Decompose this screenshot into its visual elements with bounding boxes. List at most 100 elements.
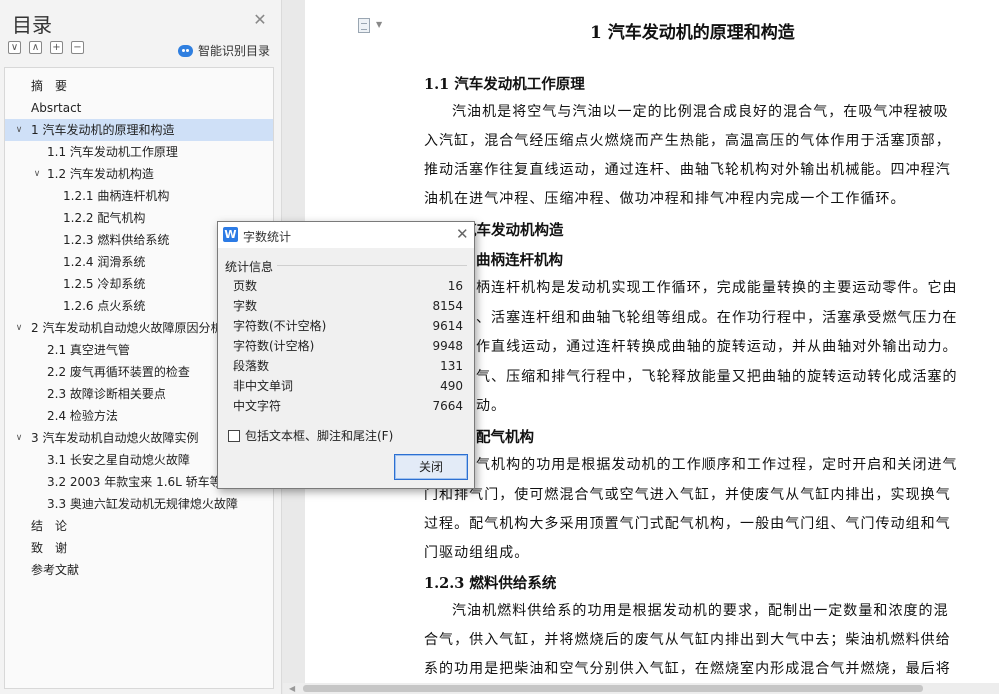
- statistic-label: 字符数(计空格): [233, 339, 315, 353]
- section-heading-1-2-1: 曲柄连杆机构: [476, 252, 563, 269]
- toc-item[interactable]: 3.3 奥迪六缸发动机无规律熄火故障: [5, 493, 273, 515]
- word-count-dialog: W 字数统计 ✕ 统计信息 页数 16 字数 8154 字符数(不计空格) 9614 字符数…: [217, 221, 475, 489]
- statistics-group-label: 统计信息: [225, 260, 274, 274]
- statistic-row: 段落数 131: [233, 356, 463, 376]
- document-icon[interactable]: [358, 18, 370, 33]
- collapse-all-icon[interactable]: ∧: [29, 41, 42, 54]
- statistic-row: 字数 8154: [233, 296, 463, 316]
- statistic-value: 9614: [432, 319, 463, 333]
- group-divider: [277, 265, 467, 266]
- toc-item-label: 2.1 真空进气管: [47, 343, 130, 357]
- dialog-titlebar[interactable]: W 字数统计 ✕: [218, 222, 474, 248]
- remove-heading-icon[interactable]: −: [71, 41, 84, 54]
- paragraph-line: 系的功用是把柴油和空气分别供入气缸，在燃烧室内形成混合气并燃烧，最后将: [424, 661, 951, 677]
- chevron-down-icon[interactable]: ▼: [376, 20, 382, 29]
- toc-item[interactable]: ∨ 1.2 汽车发动机构造: [5, 163, 273, 185]
- smart-toc-button[interactable]: 智能识别目录: [178, 42, 270, 59]
- smart-toc-label: 智能识别目录: [198, 44, 271, 58]
- toc-item-label: 3.2 2003 年款宝来 1.6L 轿车等级: [47, 475, 234, 489]
- paragraph-line: 合气，供入气缸，并将燃烧后的废气从气缸内排出到大气中去；柴油机燃料供给: [424, 632, 951, 648]
- paragraph-line: 汽油机是将空气与汽油以一定的比例混合成良好的混合气，在吸气冲程被吸: [452, 104, 949, 120]
- toc-item-label: 3.3 奥迪六缸发动机无规律熄火故障: [47, 497, 238, 511]
- include-textboxes-option[interactable]: 包括文本框、脚注和尾注(F): [228, 427, 393, 444]
- statistics-list: 页数 16 字数 8154 字符数(不计空格) 9614 字符数(计空格) 9948 段落数 13…: [233, 276, 463, 416]
- section-heading-1-2-3: 1.2.3 燃料供给系统: [424, 575, 557, 592]
- close-icon[interactable]: ✕: [456, 226, 469, 242]
- toc-item-label: 2.4 检验方法: [47, 409, 118, 423]
- statistic-row: 页数 16: [233, 276, 463, 296]
- close-button[interactable]: 关闭: [394, 454, 468, 480]
- statistic-row: 非中文单词 490: [233, 376, 463, 396]
- section-heading-1-2: 汽车发动机构造: [462, 222, 564, 239]
- toc-item-label: 1.2.1 曲柄连杆机构: [63, 189, 170, 203]
- dialog-title: 字数统计: [243, 230, 292, 244]
- toc-item[interactable]: 致 谢: [5, 537, 273, 559]
- paragraph-line: 气机构的功用是根据发动机的工作顺序和工作过程，定时开启和关闭进气: [476, 457, 958, 473]
- scroll-left-icon[interactable]: ◀: [289, 684, 295, 693]
- chevron-down-icon[interactable]: ∨: [31, 163, 43, 185]
- toc-item-label: 1.1 汽车发动机工作原理: [47, 145, 178, 159]
- chapter-heading: 1 汽车发动机的原理和构造: [590, 23, 795, 43]
- chevron-down-icon[interactable]: ∨: [13, 427, 25, 449]
- paragraph-line: 过程。配气机构大多采用顶置气门式配气机构，一般由气门组、气门传动组和气: [424, 516, 951, 532]
- statistic-row: 字符数(不计空格) 9614: [233, 316, 463, 336]
- toc-item-label: 3 汽车发动机自动熄火故障实例: [31, 431, 199, 445]
- toc-item-label: 1.2.3 燃料供给系统: [63, 233, 170, 247]
- toc-item-label: 摘 要: [31, 79, 68, 93]
- statistic-row: 字符数(计空格) 9948: [233, 336, 463, 356]
- toc-item-label: 1.2.2 配气机构: [63, 211, 146, 225]
- toc-item-label: 参考文献: [31, 563, 80, 577]
- chevron-down-icon[interactable]: ∨: [13, 119, 25, 141]
- paragraph-line: 气、压缩和排气行程中，飞轮释放能量又把曲轴的旋转运动转化成活塞的: [476, 369, 958, 385]
- toc-item[interactable]: 1.1 汽车发动机工作原理: [5, 141, 273, 163]
- paragraph-line: 入汽缸，混合气经压缩点火燃烧而产生热能，高温高压的气体作用于活塞顶部，: [424, 133, 951, 149]
- statistic-label: 非中文单词: [233, 379, 294, 393]
- include-textboxes-checkbox[interactable]: [228, 429, 240, 442]
- horizontal-scrollbar[interactable]: ◀: [283, 683, 999, 694]
- toc-item-label: 结 论: [31, 519, 68, 533]
- toc-item-label: 2.2 废气再循环装置的检查: [47, 365, 190, 379]
- wps-writer-icon: W: [223, 227, 238, 242]
- paragraph-line: 柄连杆机构是发动机实现工作循环，完成能量转换的主要运动零件。它由: [476, 280, 958, 296]
- add-heading-icon[interactable]: +: [50, 41, 63, 54]
- toc-item-label: 致 谢: [31, 541, 68, 555]
- wps-writer-window: 目录 ✕ ∨ ∧ + − 智能识别目录 摘 要 Absrtact ∨ 1 汽车发动机的…: [0, 0, 999, 694]
- scrollbar-thumb[interactable]: [303, 685, 923, 692]
- toc-item-label: 2 汽车发动机自动熄火故障原因分析: [31, 321, 223, 335]
- toc-item[interactable]: ∨ 1 汽车发动机的原理和构造: [5, 119, 273, 141]
- toc-item-label: 3.1 长安之星自动熄火故障: [47, 453, 190, 467]
- statistic-label: 中文字符: [233, 399, 282, 413]
- paragraph-line: 动。: [476, 398, 507, 414]
- statistic-value: 7664: [432, 399, 463, 413]
- paragraph-line: 门和排气门，使可燃混合气或空气进入气缸，并使废气从气缸内排出，实现换气: [424, 487, 951, 503]
- robot-icon: [178, 44, 193, 57]
- toc-item-label: 1.2.5 冷却系统: [63, 277, 146, 291]
- include-textboxes-label: 包括文本框、脚注和尾注(F): [245, 429, 394, 443]
- statistic-value: 131: [440, 359, 463, 373]
- toc-item[interactable]: 摘 要: [5, 75, 273, 97]
- chevron-down-icon[interactable]: ∨: [13, 317, 25, 339]
- paragraph-line: 汽油机燃料供给系的功用是根据发动机的要求，配制出一定数量和浓度的混: [452, 603, 949, 619]
- toc-item-label: 2.3 故障诊断相关要点: [47, 387, 166, 401]
- toc-toolbar: ∨ ∧ + −: [8, 41, 84, 59]
- toc-item[interactable]: 结 论: [5, 515, 273, 537]
- toc-item-label: 1 汽车发动机的原理和构造: [31, 123, 175, 137]
- close-icon[interactable]: ✕: [252, 12, 268, 28]
- statistic-label: 段落数: [233, 359, 270, 373]
- toc-item-label: 1.2 汽车发动机构造: [47, 167, 154, 181]
- statistic-label: 页数: [233, 279, 258, 293]
- statistic-value: 9948: [432, 339, 463, 353]
- toc-item[interactable]: 1.2.1 曲柄连杆机构: [5, 185, 273, 207]
- paragraph-line: 作直线运动，通过连杆转换成曲轴的旋转运动，并从曲轴对外输出动力。: [476, 339, 958, 355]
- nav-pane-title: 目录: [12, 13, 52, 37]
- section-heading-1-1: 1.1 汽车发动机工作原理: [424, 76, 585, 93]
- toc-item[interactable]: 参考文献: [5, 559, 273, 581]
- section-heading-1-2-2: 配气机构: [476, 429, 534, 446]
- toc-item-label: 1.2.6 点火系统: [63, 299, 146, 313]
- statistic-value: 490: [440, 379, 463, 393]
- statistic-label: 字符数(不计空格): [233, 319, 327, 333]
- toc-item[interactable]: Absrtact: [5, 97, 273, 119]
- statistic-value: 16: [447, 279, 463, 293]
- paragraph-line: 推动活塞作往复直线运动，通过连杆、曲轴飞轮机构对外输出机械能。四冲程汽: [424, 162, 951, 178]
- expand-all-icon[interactable]: ∨: [8, 41, 21, 54]
